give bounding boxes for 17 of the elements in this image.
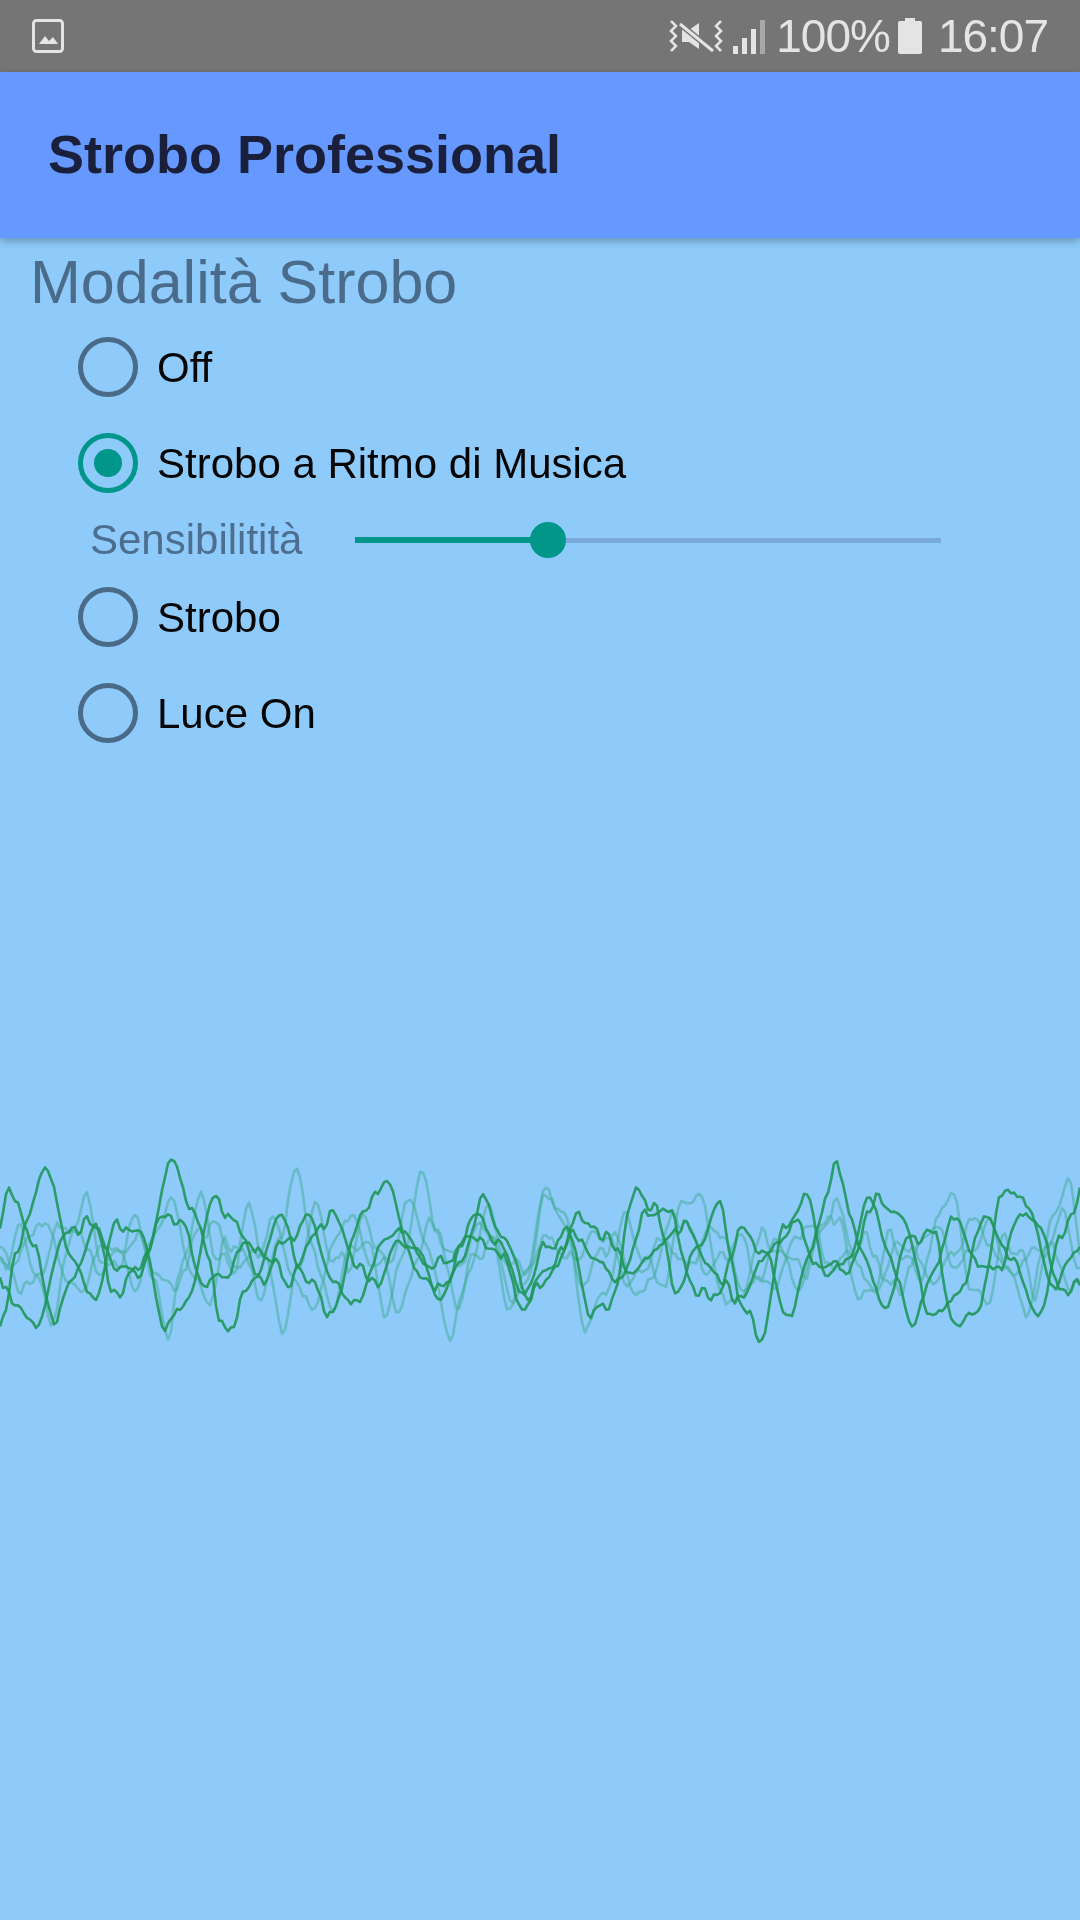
battery-icon (897, 18, 922, 54)
app-title: Strobo Professional (48, 125, 562, 185)
radio-option[interactable]: Luce On (0, 665, 1080, 762)
radio-option[interactable]: Strobo (0, 569, 1080, 666)
slider-label: Sensibilitità (90, 519, 304, 562)
radio-button[interactable] (78, 337, 138, 398)
radio-button[interactable] (78, 587, 138, 648)
radio-option[interactable]: Off (0, 319, 1080, 416)
section-title: Modalità Strobo (30, 247, 459, 318)
radio-option[interactable]: Strobo a Ritmo di Musica (0, 415, 1080, 512)
slider-thumb[interactable] (530, 522, 567, 559)
clock-time: 16:07 (937, 13, 1048, 59)
muted-speaker-icon (668, 18, 725, 54)
radio-button[interactable] (78, 433, 138, 494)
radio-button[interactable] (78, 683, 138, 744)
battery-percentage: 100% (776, 13, 890, 59)
image-icon (32, 19, 64, 53)
